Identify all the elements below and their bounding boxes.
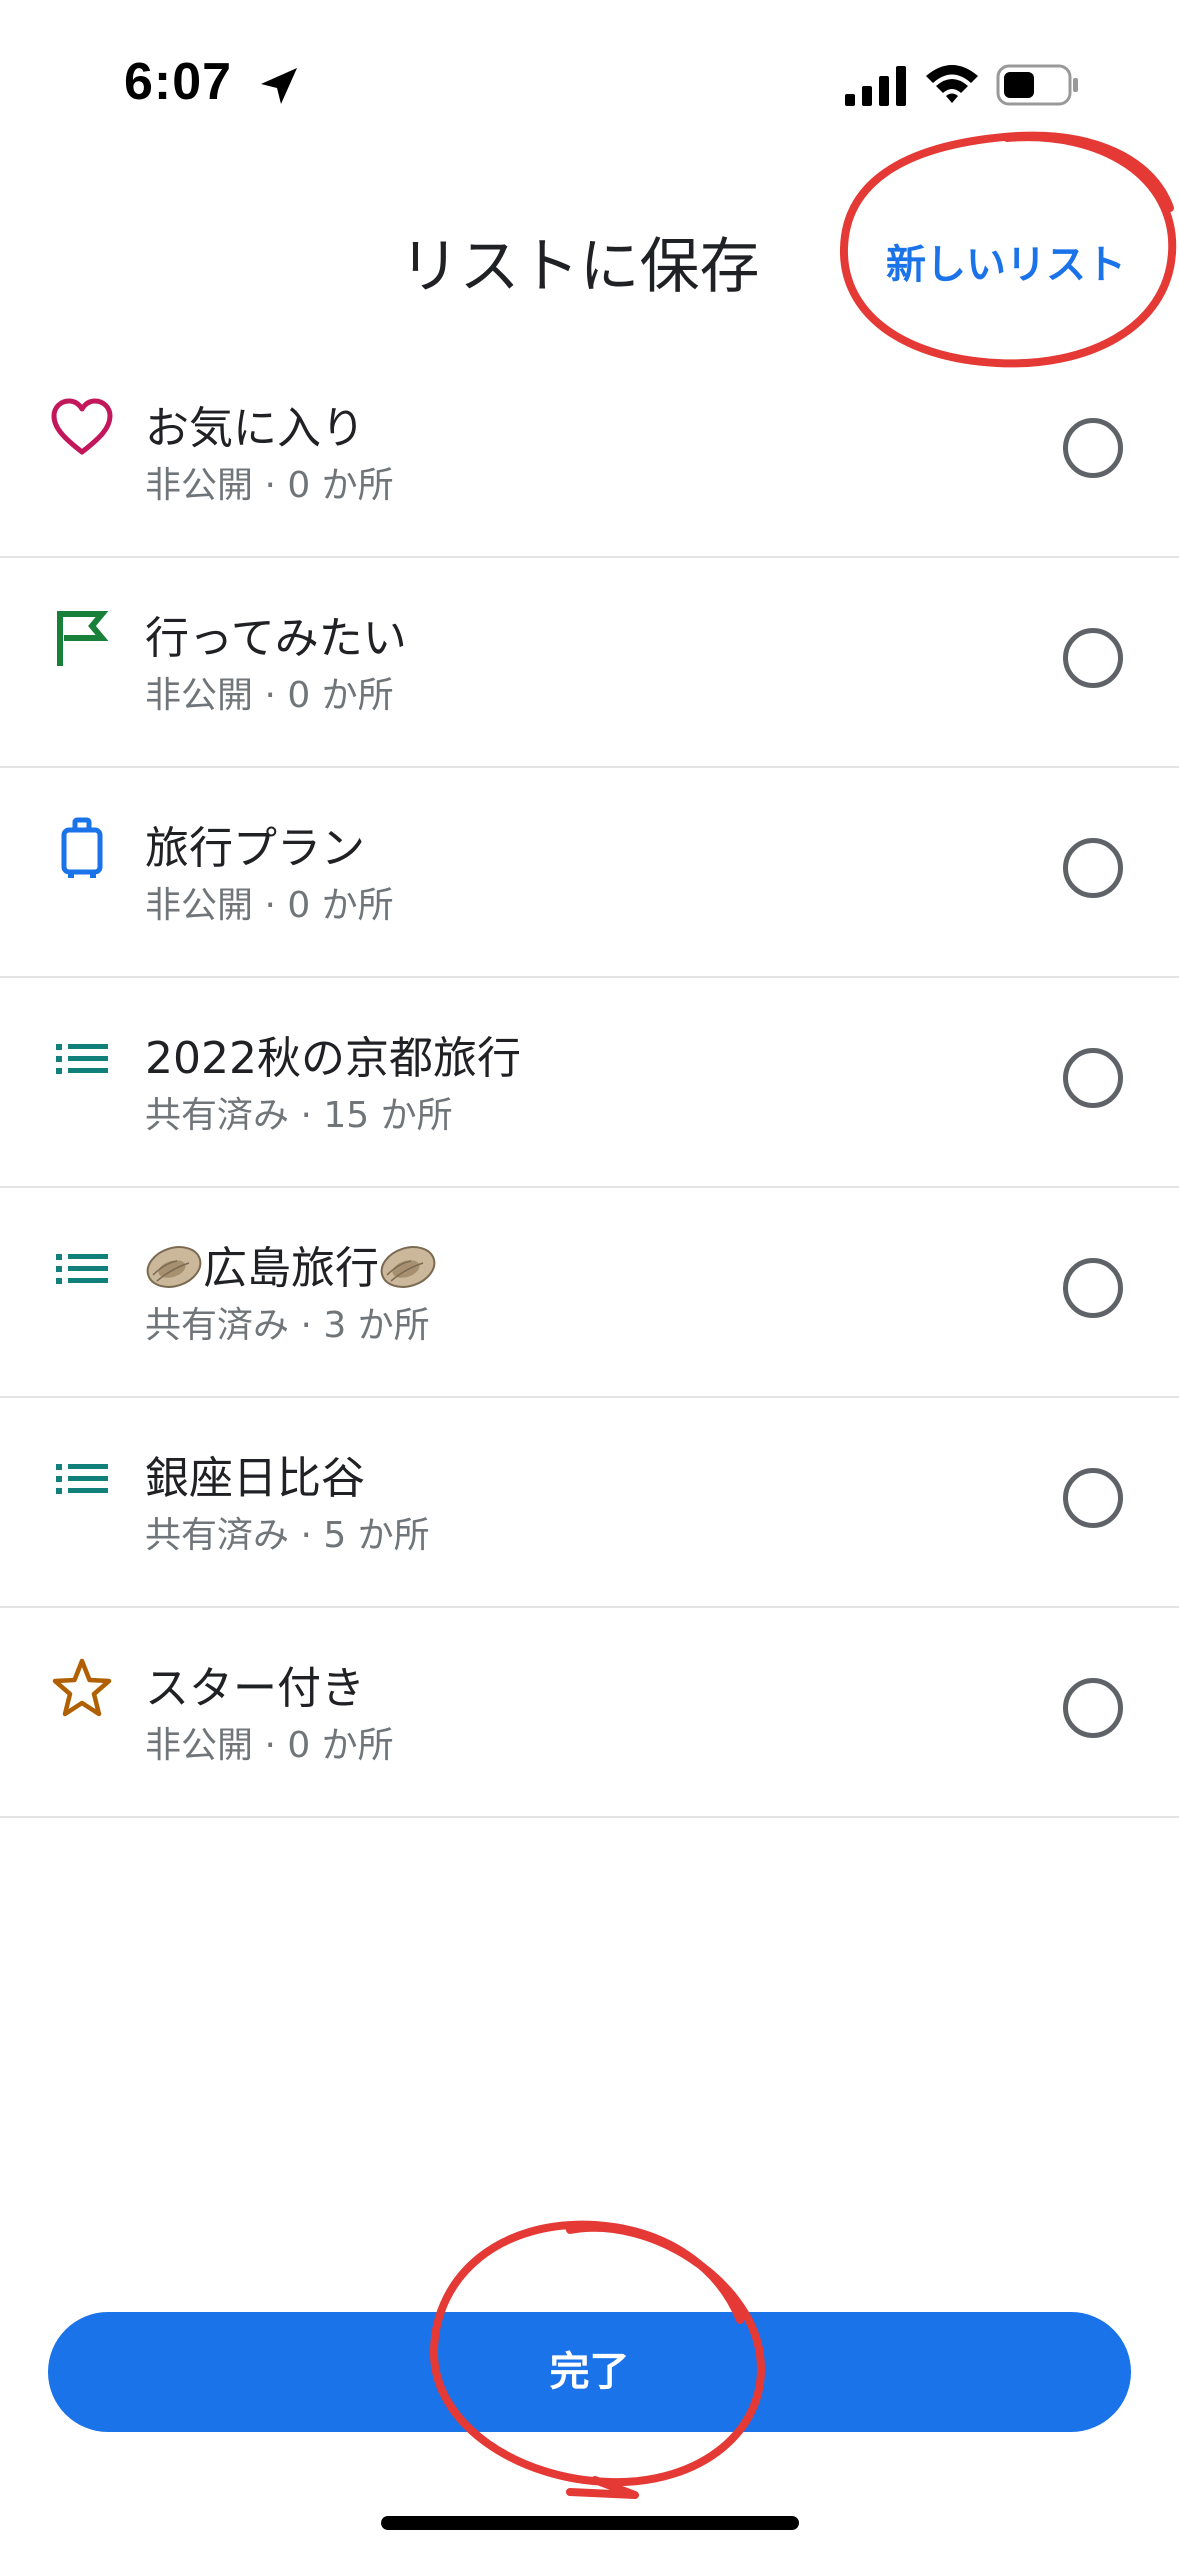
list-item-title: 広島旅行 bbox=[145, 1232, 437, 1296]
list-item-title: スター付き bbox=[145, 1663, 365, 1714]
battery-icon bbox=[996, 64, 1078, 106]
list-item-travel-plan[interactable]: 旅行プラン 非公開 · 0 か所 bbox=[0, 768, 1179, 978]
list-icon bbox=[56, 1464, 108, 1494]
list-item-subtitle: 非公開 · 0 か所 bbox=[145, 1725, 394, 1766]
list-item-radio[interactable] bbox=[1063, 1678, 1123, 1738]
cellular-signal-icon bbox=[845, 66, 906, 106]
list-item-subtitle: 共有済み · 15 か所 bbox=[145, 1095, 453, 1136]
list-item-title: 2022秋の京都旅行 bbox=[145, 1033, 521, 1084]
list-item-title: お気に入り bbox=[145, 403, 365, 454]
save-list: お気に入り 非公開 · 0 か所 行ってみたい 非公開 · 0 か所 旅行プラン… bbox=[0, 348, 1179, 1818]
list-item-starred[interactable]: スター付き 非公開 · 0 か所 bbox=[0, 1608, 1179, 1818]
list-item-radio[interactable] bbox=[1063, 418, 1123, 478]
list-icon bbox=[56, 1044, 108, 1074]
list-item-favorites[interactable]: お気に入り 非公開 · 0 か所 bbox=[0, 348, 1179, 558]
oyster-emoji-icon bbox=[146, 1246, 202, 1288]
star-icon bbox=[52, 1658, 112, 1717]
status-time: 6:07 bbox=[124, 53, 233, 111]
list-item-hiroshima-trip[interactable]: 広島旅行 共有済み · 3 か所 bbox=[0, 1188, 1179, 1398]
flag-icon bbox=[57, 611, 109, 666]
suitcase-icon bbox=[61, 817, 103, 878]
list-item-subtitle: 共有済み · 3 か所 bbox=[145, 1305, 430, 1346]
heart-icon bbox=[51, 398, 113, 455]
list-item-radio[interactable] bbox=[1063, 1258, 1123, 1318]
wifi-icon bbox=[926, 65, 978, 103]
list-item-subtitle: 非公開 · 0 か所 bbox=[145, 675, 394, 716]
list-item-ginza-hibiya[interactable]: 銀座日比谷 共有済み · 5 か所 bbox=[0, 1398, 1179, 1608]
list-item-title: 旅行プラン bbox=[145, 823, 365, 874]
list-item-radio[interactable] bbox=[1063, 628, 1123, 688]
list-item-radio[interactable] bbox=[1063, 838, 1123, 898]
list-item-title: 行ってみたい bbox=[145, 613, 407, 664]
list-item-title: 銀座日比谷 bbox=[145, 1453, 365, 1504]
list-item-want-to-go[interactable]: 行ってみたい 非公開 · 0 か所 bbox=[0, 558, 1179, 768]
list-item-subtitle: 共有済み · 5 か所 bbox=[145, 1515, 430, 1556]
list-item-radio[interactable] bbox=[1063, 1468, 1123, 1528]
location-arrow-icon bbox=[261, 68, 297, 104]
list-item-subtitle: 非公開 · 0 か所 bbox=[145, 465, 394, 506]
home-indicator[interactable] bbox=[381, 2516, 799, 2530]
list-item-subtitle: 非公開 · 0 か所 bbox=[145, 885, 394, 926]
list-item-kyoto-trip[interactable]: 2022秋の京都旅行 共有済み · 15 か所 bbox=[0, 978, 1179, 1188]
status-bar: 6:07 bbox=[0, 0, 1179, 170]
new-list-button[interactable]: 新しいリスト bbox=[886, 232, 1126, 290]
done-button[interactable]: 完了 bbox=[48, 2312, 1131, 2432]
oyster-emoji-icon bbox=[380, 1246, 436, 1288]
list-item-radio[interactable] bbox=[1063, 1048, 1123, 1108]
list-icon bbox=[56, 1254, 108, 1284]
